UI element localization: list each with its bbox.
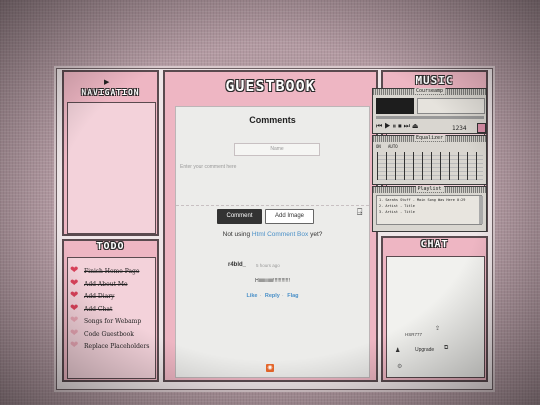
popout-icon[interactable]: ⧉ — [444, 345, 448, 352]
comments-heading: Comments — [249, 115, 296, 125]
todo-title: ToDo — [96, 241, 125, 252]
chat-panel: Chat HSR777 ⇪ ♟ Upgrade ⧉ ⚙ — [381, 236, 488, 382]
comment-button[interactable]: Comment — [217, 209, 262, 224]
music-title: Music — [415, 74, 454, 87]
todo-item-label: Add About Me — [84, 280, 128, 288]
heart-check-icon: ❤ — [70, 265, 79, 276]
like-link[interactable]: Like — [246, 293, 257, 299]
chat-send-icon[interactable]: ⇪ — [435, 325, 440, 332]
player-title: Courseamp — [413, 88, 446, 94]
todo-item-label: Add Diary — [84, 293, 115, 300]
chat-avatar-icon: ♟ — [395, 348, 401, 354]
guestbook-panel: Guestbook Comments Name Enter your comme… — [163, 70, 378, 382]
eq-sliders[interactable] — [377, 152, 483, 180]
chat-user: HSR777 — [405, 332, 423, 337]
playlist-list: 1. Sarahs Stuff - Main Song Was Here 0:2… — [376, 195, 482, 225]
player-display — [376, 98, 414, 114]
eq-on-toggle[interactable]: ON — [376, 144, 381, 149]
player-titlebar[interactable]: Courseamp — [373, 88, 486, 95]
powered-prefix: Not using — [222, 231, 251, 238]
playlist-window: Playlist 1. Sarahs Stuff - Main Song Was… — [372, 186, 487, 232]
play-icon[interactable]: ▶ — [384, 123, 392, 130]
htmlcommentbox-link[interactable]: Html Comment Box — [252, 231, 308, 238]
exit-icon[interactable]: ⍈ — [357, 207, 362, 218]
media-player: Courseamp ⏮▶⏸⏹⏭⏏ 1234 — [372, 88, 487, 134]
todo-item-label: Finish Home Page — [84, 268, 140, 275]
upgrade-link[interactable]: Upgrade — [415, 347, 434, 353]
transport-controls: ⏮▶⏸⏹⏭⏏ — [376, 122, 421, 131]
playlist-scrollbar[interactable] — [479, 196, 483, 224]
eq-titlebar[interactable]: Equalizer — [373, 135, 486, 142]
eq-title: Equalizer — [413, 135, 446, 141]
add-image-button[interactable]: Add Image — [265, 209, 314, 224]
chat-title: Chat — [420, 239, 449, 250]
reply-link[interactable]: Reply — [265, 293, 280, 299]
equalizer-window: Equalizer ON AUTO — [372, 135, 487, 185]
heart-check-icon: ❤ — [70, 302, 79, 314]
heart-check-icon: ❤ — [70, 290, 79, 301]
playlist-item[interactable]: 3. Artist - Title — [379, 210, 415, 214]
heart-empty-icon: ❤ — [70, 327, 79, 339]
pink-toggle[interactable] — [477, 123, 486, 133]
playlist-title: Playlist — [415, 186, 444, 192]
time-readout: 1234 — [452, 125, 467, 132]
comment-time: 5 hours ago — [256, 263, 280, 268]
todo-item-label: Songs for Webamp — [84, 318, 142, 325]
rss-icon[interactable]: ◉ — [266, 364, 274, 372]
heart-empty-icon: ❤ — [70, 315, 79, 326]
eject-icon[interactable]: ⏏ — [412, 123, 421, 130]
comment-actions: Like · Reply · Flag — [246, 293, 299, 299]
chat-content: HSR777 ⇪ ♟ Upgrade ⧉ ⚙ — [386, 256, 485, 378]
comment-box: Comments Name Enter your comment here Co… — [175, 106, 370, 378]
navigation-title: Navigation — [81, 88, 140, 97]
todo-panel: ToDo ❤ Finish Home Page ❤ Add About Me ❤ Ad… — [62, 239, 159, 382]
cursor-icon: ▶ — [104, 79, 110, 86]
heart-empty-icon: ❤ — [70, 340, 79, 351]
playlist-titlebar[interactable]: Playlist — [373, 186, 486, 193]
todo-item-label: Code Guestbook — [84, 330, 134, 338]
next-icon[interactable]: ⏭ — [404, 123, 412, 130]
seek-bar[interactable] — [376, 116, 484, 119]
comment-author: r4bld_ — [228, 262, 247, 268]
navigation-panel: ▶ Navigation — [62, 70, 159, 236]
navigation-content — [67, 102, 156, 234]
powered-suffix: yet? — [310, 231, 323, 238]
playlist-item[interactable]: 1. Sarahs Stuff - Main Song Was Here 0:2… — [379, 198, 465, 202]
todo-item-label: Replace Placeholders — [84, 343, 150, 350]
powered-by-text: Not using Html Comment Box yet? — [176, 231, 369, 238]
todo-content: ❤ Finish Home Page ❤ Add About Me ❤ Add Dia… — [67, 257, 156, 379]
comment-text: Hiiiiiiiiiiiii!!!!!!!!!!!! — [255, 278, 290, 284]
todo-item-label: Add Chat — [84, 305, 113, 313]
heart-check-icon: ❤ — [70, 277, 79, 289]
guestbook-title: Guestbook — [225, 77, 316, 95]
flag-link[interactable]: Flag — [287, 293, 298, 299]
eq-auto-toggle[interactable]: AUTO — [388, 144, 398, 149]
comment-textarea[interactable]: Enter your comment here — [176, 162, 369, 206]
name-input[interactable]: Name — [234, 143, 320, 156]
playlist-item[interactable]: 2. Artist - Title — [379, 204, 415, 208]
player-info — [417, 98, 485, 114]
settings-icon[interactable]: ⚙ — [397, 363, 402, 370]
